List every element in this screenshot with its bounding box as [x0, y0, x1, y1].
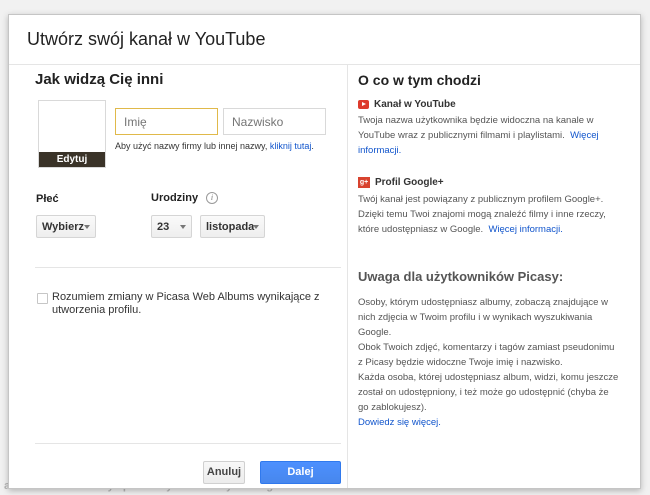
chevron-down-icon: [180, 225, 186, 229]
youtube-section-title: Kanał w YouTube: [358, 99, 456, 110]
googleplus-text: Twój kanał jest powiązany z publicznym p…: [358, 194, 606, 235]
column-divider: [347, 65, 348, 488]
profile-form: Jak widzą Cię inni Edytuj Aby użyć nazwy…: [35, 65, 347, 488]
first-name-input[interactable]: [115, 108, 218, 135]
birthday-label: Urodziny: [151, 192, 199, 204]
picasa-notes: Osoby, którym udostępniasz albumy, zobac…: [358, 295, 620, 430]
form-heading: Jak widzą Cię inni: [35, 71, 164, 88]
form-divider: [35, 267, 341, 268]
googleplus-icon: g+: [358, 177, 370, 188]
birthday-day-value: 23: [157, 221, 170, 233]
chevron-down-icon: [84, 225, 90, 229]
googleplus-title-text: Profil Google+: [375, 177, 444, 189]
birthday-month-select[interactable]: listopada: [200, 215, 265, 238]
googleplus-section-title: g+ Profil Google+: [358, 177, 444, 188]
picasa-checkbox[interactable]: [37, 293, 48, 304]
youtube-description: Twoja nazwa użytkownika będzie widoczna …: [358, 113, 620, 158]
gender-select-value: Wybierz: [42, 221, 84, 233]
info-heading: O co w tym chodzi: [358, 72, 481, 88]
name-hint: Aby użyć nazwy firmy lub innej nazwy, kl…: [115, 140, 315, 152]
picasa-note: Każda osoba, której udostępniasz album, …: [358, 372, 619, 413]
birthday-day-select[interactable]: 23: [151, 215, 192, 238]
dialog-title: Utwórz swój kanał w YouTube: [27, 29, 266, 49]
next-button[interactable]: Dalej: [260, 461, 341, 484]
hint-text: Aby użyć nazwy firmy lub innej nazwy,: [115, 141, 268, 151]
birthday-month-value: listopada: [206, 221, 255, 233]
googleplus-more-link[interactable]: Więcej informacji.: [488, 224, 562, 235]
gender-select[interactable]: Wybierz: [36, 215, 96, 238]
info-icon[interactable]: i: [206, 192, 218, 204]
edit-photo-button[interactable]: Edytuj: [39, 152, 105, 167]
picasa-learn-more-link[interactable]: Dowiedz się więcej.: [358, 417, 441, 428]
hint-end: .: [311, 141, 314, 151]
create-channel-dialog: Utwórz swój kanał w YouTube Jak widzą Ci…: [8, 14, 641, 489]
youtube-icon: [358, 99, 369, 109]
youtube-title-text: Kanał w YouTube: [374, 99, 456, 110]
picasa-checkbox-label: Rozumiem zmiany w Picasa Web Albums wyni…: [52, 291, 320, 316]
last-name-input[interactable]: [223, 108, 326, 135]
picasa-note: Osoby, którym udostępniasz albumy, zobac…: [358, 297, 608, 338]
picasa-heading: Uwaga dla użytkowników Picasy:: [358, 269, 564, 284]
googleplus-description: Twój kanał jest powiązany z publicznym p…: [358, 192, 620, 237]
footer-divider: [35, 443, 341, 444]
chevron-down-icon: [253, 225, 259, 229]
profile-photo[interactable]: Edytuj: [38, 100, 106, 168]
cancel-button[interactable]: Anuluj: [203, 461, 245, 484]
click-here-link[interactable]: kliknij tutaj: [270, 141, 312, 151]
picasa-note: Obok Twoich zdjęć, komentarzy i tagów za…: [358, 342, 615, 368]
youtube-text: Twoja nazwa użytkownika będzie widoczna …: [358, 115, 594, 141]
gender-label: Płeć: [36, 193, 59, 205]
